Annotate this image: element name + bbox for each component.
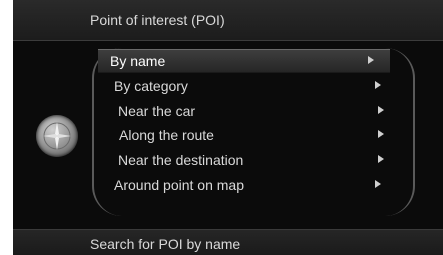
menu-item-label: By category [114,78,188,94]
arrow-right-icon [375,180,381,188]
compass-icon[interactable] [36,115,78,157]
arrow-right-icon [375,81,381,89]
arrow-right-icon [378,106,384,114]
arrow-right-icon [378,155,384,163]
menu-item-label: Near the destination [118,152,244,168]
menu-item-by-category[interactable]: By category [98,75,390,97]
menu-item-near-the-destination[interactable]: Near the destination [98,149,390,171]
menu-item-label: Near the car [118,103,196,119]
status-bar: Search for POI by name [13,229,443,255]
menu-item-along-the-route[interactable]: Along the route [98,124,390,146]
header-bar: Point of interest (POI) [13,0,443,41]
arrow-right-icon [378,130,384,138]
menu-item-around-point-on-map[interactable]: Around point on map [98,174,390,196]
menu-item-label: Along the route [119,127,214,143]
page-title: Point of interest (POI) [90,12,225,28]
menu-item-by-name[interactable]: By name [98,49,390,73]
status-text: Search for POI by name [90,236,241,252]
menu-item-label: Around point on map [114,177,244,193]
menu-item-label: By name [110,53,166,69]
menu-item-near-the-car[interactable]: Near the car [98,100,390,122]
arrow-right-icon [368,56,374,64]
navigation-screen: Point of interest (POI) By name By categ… [13,0,443,255]
